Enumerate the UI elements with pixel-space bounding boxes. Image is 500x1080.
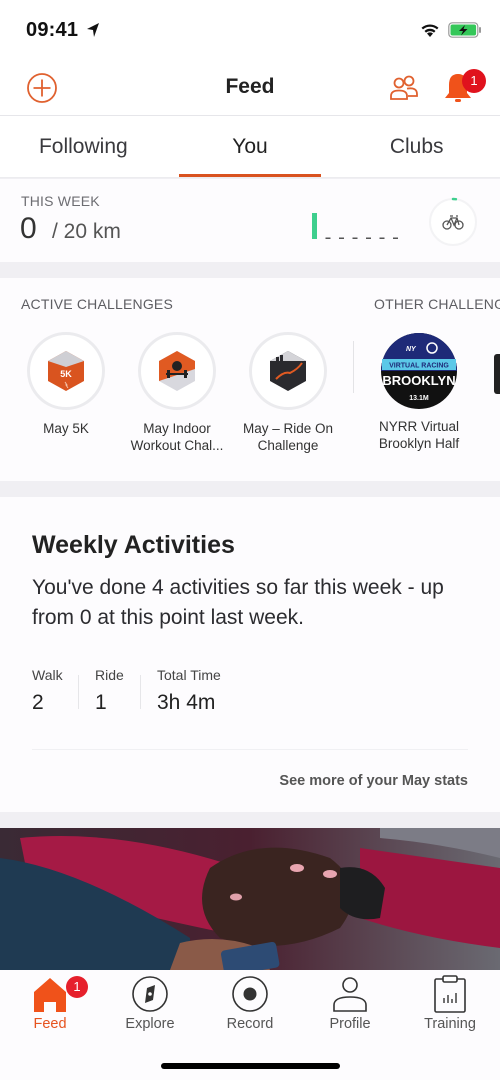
tab-you[interactable]: You xyxy=(167,116,334,177)
svg-text:NY: NY xyxy=(406,346,417,353)
feed-post-photo[interactable] xyxy=(0,828,500,970)
record-icon xyxy=(232,976,268,1012)
this-week-goal: / 20 km xyxy=(52,220,121,243)
weekly-activities-description: You've done 4 activities so far this wee… xyxy=(32,576,444,629)
next-challenge-badge-partial[interactable] xyxy=(494,354,500,394)
stat-ride: Ride 1 xyxy=(95,667,124,715)
ride-on-badge-icon xyxy=(270,351,306,391)
day-empty-dash xyxy=(379,237,385,239)
weekly-activities-card: Weekly Activities You've done 4 activiti… xyxy=(0,497,500,812)
challenge-item[interactable]: May – Ride On Challenge xyxy=(233,332,343,454)
tabbar-record[interactable]: Record xyxy=(200,974,300,1032)
home-icon xyxy=(34,978,66,1012)
add-circle-icon[interactable] xyxy=(26,72,58,104)
other-challenges-header: OTHER CHALLENGES xyxy=(374,296,500,312)
this-week-label: THIS WEEK xyxy=(21,193,100,209)
home-indicator[interactable] xyxy=(161,1063,340,1069)
tabbar-profile[interactable]: Profile xyxy=(300,974,400,1032)
hands-photo-image xyxy=(0,828,500,970)
stat-total-time: Total Time 3h 4m xyxy=(157,667,221,715)
training-clipboard-icon xyxy=(434,975,466,1013)
tabbar-label: Explore xyxy=(125,1016,175,1032)
sport-goal-ring[interactable] xyxy=(428,197,478,247)
stat-label: Walk xyxy=(32,667,63,683)
tabbar-feed[interactable]: 1 Feed xyxy=(0,974,100,1032)
status-bar: 09:41 xyxy=(0,0,500,60)
day-empty-dash xyxy=(339,237,344,239)
challenge-item[interactable]: 5K May 5K xyxy=(11,332,121,437)
svg-text:VIRTUAL RACING: VIRTUAL RACING xyxy=(389,363,449,370)
this-week-card[interactable]: THIS WEEK 0 / 20 km xyxy=(0,179,500,262)
stat-value: 3h 4m xyxy=(157,691,216,714)
weekly-daily-chart xyxy=(312,213,398,239)
tabbar-label: Feed xyxy=(33,1016,67,1032)
challenges-section: ACTIVE CHALLENGES OTHER CHALLENGES 5K Ma… xyxy=(0,278,500,481)
tabbar-explore[interactable]: Explore xyxy=(100,974,200,1032)
stat-label: Ride xyxy=(95,667,124,683)
profile-icon xyxy=(333,977,367,1012)
top-nav-bar: Feed 1 xyxy=(0,60,500,116)
weekly-activities-title: Weekly Activities xyxy=(32,531,235,559)
indoor-workout-badge-icon xyxy=(159,351,195,391)
day-empty-dash xyxy=(366,237,371,239)
challenge-label: NYRR Virtual Brooklyn Half xyxy=(378,419,460,451)
stat-value: 1 xyxy=(95,691,107,714)
notification-count-badge: 1 xyxy=(462,69,486,93)
battery-charging-icon xyxy=(448,22,481,38)
svg-text:BROOKLYN: BROOKLYN xyxy=(382,373,455,388)
find-friends-icon[interactable] xyxy=(388,74,420,102)
stat-walk: Walk 2 xyxy=(32,667,63,715)
stat-label: Total Time xyxy=(157,667,221,683)
svg-text:13.1M: 13.1M xyxy=(409,395,429,402)
challenge-item[interactable]: May Indoor Workout Chal... xyxy=(122,332,232,454)
stat-divider xyxy=(140,675,141,709)
this-week-distance: 0 xyxy=(20,212,37,245)
tabbar-training[interactable]: Training xyxy=(400,974,500,1032)
challenge-label: May – Ride On Challenge xyxy=(242,421,334,453)
tabbar-label: Training xyxy=(424,1016,476,1032)
5k-badge-icon: 5K xyxy=(48,351,84,391)
page-title: Feed xyxy=(225,75,275,98)
status-time: 09:41 xyxy=(26,19,79,41)
weekly-divider xyxy=(32,749,468,750)
challenge-label: May 5K xyxy=(43,421,89,436)
tab-following[interactable]: Following xyxy=(0,116,167,177)
day-empty-dash xyxy=(325,237,331,239)
feed-badge: 1 xyxy=(66,976,88,998)
compass-icon xyxy=(132,976,168,1012)
challenges-divider xyxy=(353,341,354,393)
day-empty-dash xyxy=(393,237,398,239)
tabbar-label: Record xyxy=(226,1016,274,1032)
wifi-icon xyxy=(421,24,439,37)
challenge-label: May Indoor Workout Chal... xyxy=(130,421,224,453)
challenge-item[interactable]: VIRTUAL RACING BROOKLYN 13.1M NY NYRR Vi… xyxy=(364,332,474,452)
feed-tabs: Following You Clubs xyxy=(0,116,500,178)
stat-divider xyxy=(78,675,79,709)
day-activity-bar xyxy=(312,213,317,239)
location-arrow-icon xyxy=(87,23,99,37)
tabbar-label: Profile xyxy=(329,1016,371,1032)
nyrr-brooklyn-badge-icon: VIRTUAL RACING BROOKLYN 13.1M NY xyxy=(381,333,457,409)
active-challenges-header: ACTIVE CHALLENGES xyxy=(21,296,173,312)
stat-value: 2 xyxy=(32,691,44,714)
day-empty-dash xyxy=(352,237,358,239)
see-more-stats-link[interactable]: See more of your May stats xyxy=(279,773,468,789)
tab-clubs[interactable]: Clubs xyxy=(333,116,500,177)
svg-text:5K: 5K xyxy=(60,369,72,379)
